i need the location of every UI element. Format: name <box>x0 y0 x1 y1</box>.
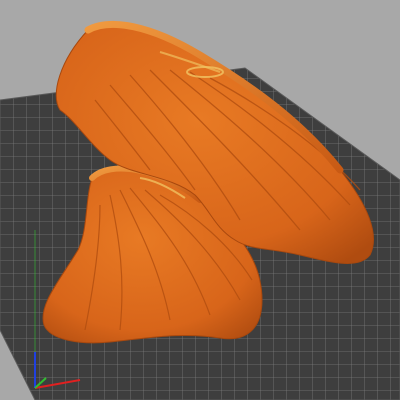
scene-canvas[interactable] <box>0 0 400 400</box>
3d-viewport[interactable] <box>0 0 400 400</box>
